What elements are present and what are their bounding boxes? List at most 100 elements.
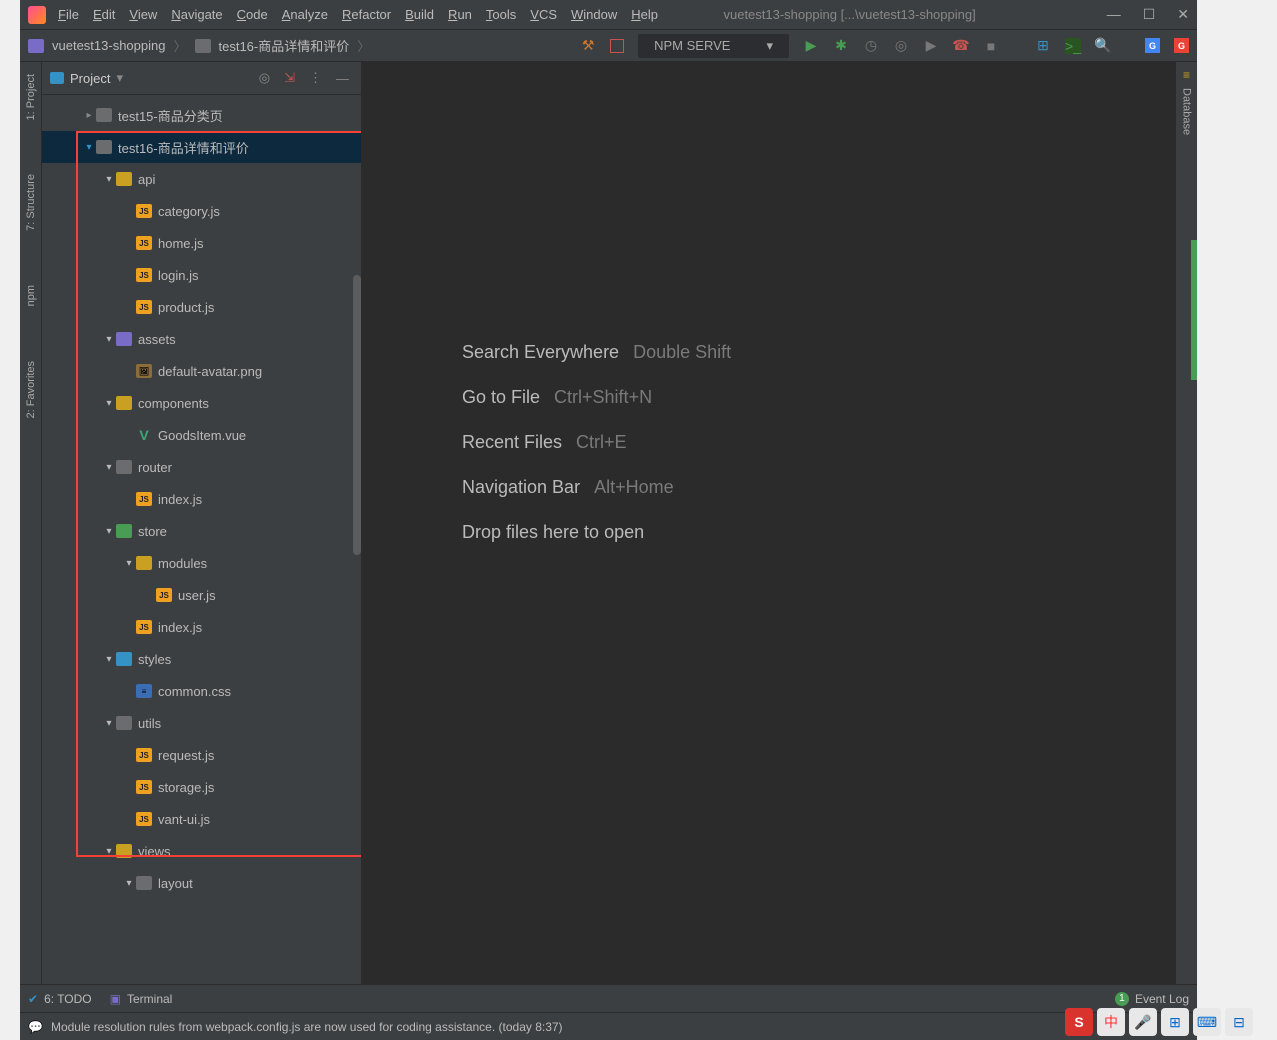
yellowf-icon (116, 844, 132, 858)
ime-mic-icon[interactable]: 🎤 (1129, 1008, 1157, 1036)
close-icon[interactable]: ✕ (1177, 6, 1189, 23)
stop-square-icon[interactable] (610, 39, 624, 53)
database-tab[interactable]: Database (1179, 82, 1195, 141)
menu-window[interactable]: Window (571, 7, 617, 22)
tree-label: views (138, 844, 171, 859)
tree-node[interactable]: ▾modules (42, 547, 361, 579)
expand-icon[interactable]: ▾ (102, 174, 116, 185)
tree-node[interactable]: product.js (42, 291, 361, 323)
database-icon: ≡ (1183, 68, 1190, 82)
tree-node[interactable]: request.js (42, 739, 361, 771)
menu-tools[interactable]: Tools (486, 7, 516, 22)
expand-icon[interactable]: ▾ (102, 462, 116, 473)
tree-node[interactable]: login.js (42, 259, 361, 291)
expand-icon[interactable]: ▾ (102, 526, 116, 537)
tree-node[interactable]: ▾router (42, 451, 361, 483)
notification-icon[interactable]: 💬 (28, 1020, 43, 1034)
debug-icon[interactable]: ✱ (833, 38, 849, 54)
menu-build[interactable]: Build (405, 7, 434, 22)
tree-node[interactable]: vant-ui.js (42, 803, 361, 835)
expand-icon[interactable]: ▾ (82, 142, 96, 153)
target-icon[interactable]: ◎ (255, 70, 274, 86)
tree-node[interactable]: category.js (42, 195, 361, 227)
tree-node[interactable]: storage.js (42, 771, 361, 803)
run-config-select[interactable]: NPM SERVE ▾ (638, 34, 789, 58)
tree-node[interactable]: ≡common.css (42, 675, 361, 707)
todo-tab[interactable]: ✔ 6: TODO (28, 992, 92, 1006)
tree-node[interactable]: VGoodsItem.vue (42, 419, 361, 451)
run-icon[interactable]: ▶ (803, 38, 819, 54)
menu-vcs[interactable]: VCS (530, 7, 557, 22)
search-icon[interactable]: 🔍 (1095, 38, 1111, 54)
run-attached-icon[interactable]: ▶ (923, 38, 939, 54)
left-tab-project[interactable]: 1: Project (23, 68, 39, 126)
gtranslate-alt-icon[interactable]: G (1174, 38, 1189, 53)
chevron-down-icon[interactable]: ▾ (116, 70, 123, 86)
left-tab-npm[interactable]: npm (23, 279, 39, 312)
tree-node[interactable]: 🖼default-avatar.png (42, 355, 361, 387)
expand-icon[interactable]: ▾ (102, 398, 116, 409)
ime-keyboard-icon[interactable]: ⌨ (1193, 1008, 1221, 1036)
tree-node[interactable]: index.js (42, 611, 361, 643)
tree-label: home.js (158, 236, 204, 251)
menu-refactor[interactable]: Refactor (342, 7, 391, 22)
breadcrumb[interactable]: vuetest13-shopping 〉 test16-商品详情和评价 〉 (28, 36, 370, 55)
bottom-tool-stripe: ✔ 6: TODO ▣ Terminal 1 Event Log (20, 984, 1197, 1012)
menu-navigate[interactable]: Navigate (171, 7, 222, 22)
phone-icon[interactable]: ☎ (953, 38, 969, 54)
tree-node[interactable]: ▾store (42, 515, 361, 547)
menu-analyze[interactable]: Analyze (282, 7, 328, 22)
tree-node[interactable]: index.js (42, 483, 361, 515)
tree-node[interactable]: ▾ views (42, 835, 361, 867)
grid-icon[interactable]: ⊞ (1035, 38, 1051, 54)
expand-icon[interactable]: ▾ (102, 846, 116, 857)
menu-run[interactable]: Run (448, 7, 472, 22)
tree-node[interactable]: ▸test15-商品分类页 (42, 99, 361, 131)
expand-icon[interactable]: ▾ (102, 718, 116, 729)
gtranslate-icon[interactable]: G (1145, 38, 1160, 53)
menu-file[interactable]: File (58, 7, 79, 22)
tree-node[interactable]: ▾test16-商品详情和评价 (42, 131, 361, 163)
editor-area[interactable]: Search EverywhereDouble ShiftGo to FileC… (362, 62, 1175, 984)
navigation-bar: vuetest13-shopping 〉 test16-商品详情和评价 〉 ⚒ … (20, 30, 1197, 62)
hammer-icon[interactable]: ⚒ (580, 38, 596, 54)
left-tab-structure[interactable]: 7: Structure (23, 168, 39, 237)
coverage-icon[interactable]: ◷ (863, 38, 879, 54)
expand-icon[interactable]: ▾ (102, 334, 116, 345)
tree-label: layout (158, 876, 193, 891)
hide-icon[interactable]: — (332, 71, 353, 86)
ime-tool-icon[interactable]: ⊞ (1161, 1008, 1189, 1036)
project-tree[interactable]: ▸test15-商品分类页▾test16-商品详情和评价▾apicategory… (42, 95, 361, 984)
menu-view[interactable]: View (129, 7, 157, 22)
menu-code[interactable]: Code (237, 7, 268, 22)
left-tab-favorites[interactable]: 2: Favorites (23, 355, 39, 424)
ime-icon[interactable]: S (1065, 1008, 1093, 1036)
maximize-icon[interactable]: ☐ (1143, 6, 1156, 23)
ime-lang-icon[interactable]: 中 (1097, 1008, 1125, 1036)
tree-node[interactable]: home.js (42, 227, 361, 259)
profile-icon[interactable]: ◎ (893, 38, 909, 54)
expand-icon[interactable]: ▾ (122, 558, 136, 569)
collapse-icon[interactable]: ⇲ (280, 70, 299, 86)
tree-node[interactable]: user.js (42, 579, 361, 611)
ime-more-icon[interactable]: ⊟ (1225, 1008, 1253, 1036)
expand-icon[interactable]: ▾ (122, 878, 136, 889)
tree-node[interactable]: ▾components (42, 387, 361, 419)
tree-node[interactable]: ▾ layout (42, 867, 361, 899)
expand-icon[interactable]: ▸ (82, 110, 96, 121)
tree-node[interactable]: ▾ assets (42, 323, 361, 355)
menu-help[interactable]: Help (631, 7, 658, 22)
minimize-icon[interactable]: — (1107, 6, 1121, 23)
menu-edit[interactable]: Edit (93, 7, 115, 22)
scrollbar[interactable] (353, 275, 361, 555)
tree-node[interactable]: ▾api (42, 163, 361, 195)
stop-icon[interactable]: ■ (983, 38, 999, 54)
tree-label: assets (138, 332, 176, 347)
expand-icon[interactable]: ▾ (102, 654, 116, 665)
greenf-icon (116, 524, 132, 538)
terminal-icon[interactable]: >_ (1065, 38, 1081, 54)
tree-node[interactable]: ▾styles (42, 643, 361, 675)
settings-icon[interactable]: ⋮ (305, 70, 326, 86)
terminal-tab[interactable]: ▣ Terminal (110, 992, 173, 1006)
tree-node[interactable]: ▾utils (42, 707, 361, 739)
